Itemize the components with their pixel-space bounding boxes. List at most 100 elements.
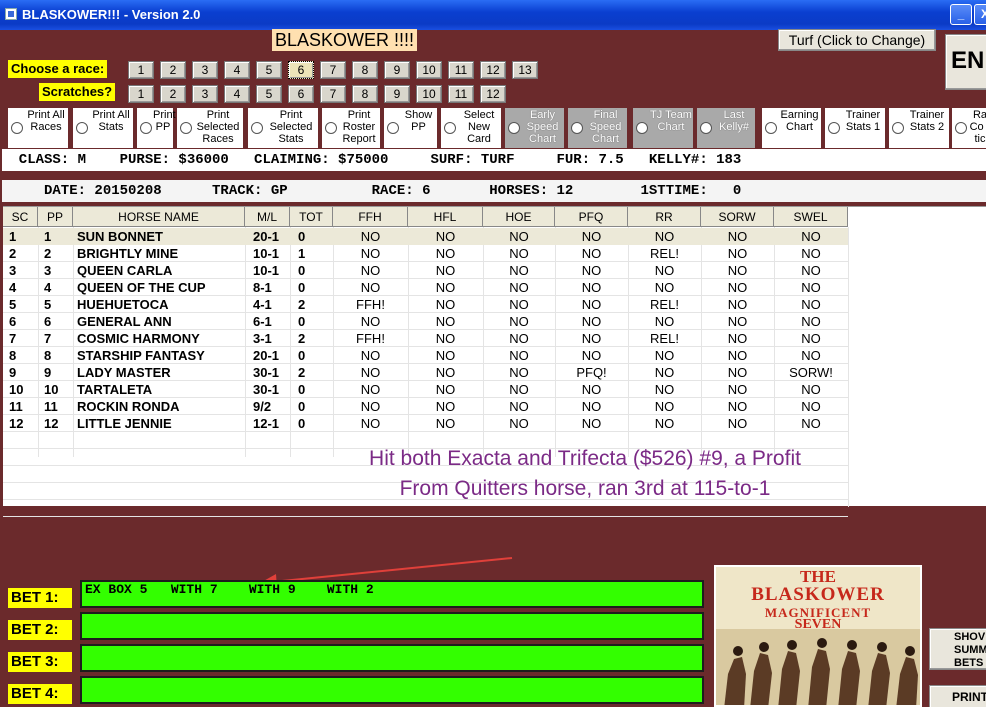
radio-button[interactable] xyxy=(251,122,263,134)
race-button-13[interactable]: 13 xyxy=(512,61,538,79)
column-header-sorw[interactable]: SORW xyxy=(701,207,774,227)
table-row[interactable]: 2 2 BRIGHTLY MINE 10-1 1 NO NO NO NO REL! NO NO xyxy=(3,245,848,262)
race-button-8[interactable]: 8 xyxy=(352,61,378,79)
radio-button[interactable] xyxy=(955,122,967,134)
radio-button[interactable] xyxy=(892,122,904,134)
table-cell: NO xyxy=(435,280,456,295)
race-button-5[interactable]: 5 xyxy=(256,61,282,79)
print-button[interactable]: PRINT xyxy=(929,685,986,707)
table-row[interactable]: 11 11 ROCKIN RONDA 9/2 0 NO NO NO NO NO NO NO xyxy=(3,398,848,415)
option-last-kelly[interactable]: Last Kelly# xyxy=(697,108,755,148)
scratch-button-8[interactable]: 8 xyxy=(352,85,378,103)
radio-button[interactable] xyxy=(765,122,777,134)
radio-button[interactable] xyxy=(636,122,648,134)
scratch-button-7[interactable]: 7 xyxy=(320,85,346,103)
scratch-button-2[interactable]: 2 xyxy=(160,85,186,103)
option-early-speed-chart[interactable]: Early Speed Chart xyxy=(505,108,564,148)
option-print-selected-stats[interactable]: Print Selected Stats xyxy=(248,108,318,148)
race-button-3[interactable]: 3 xyxy=(192,61,218,79)
option-print-pp[interactable]: Print PP xyxy=(137,108,176,148)
column-header-rr[interactable]: RR xyxy=(628,207,701,227)
column-header-tot[interactable]: TOT xyxy=(290,207,333,227)
column-header-pp[interactable]: PP xyxy=(38,207,73,227)
column-header-pfq[interactable]: PFQ xyxy=(555,207,628,227)
table-row[interactable]: 4 4 QUEEN OF THE CUP 8-1 0 NO NO NO NO NO NO NO xyxy=(3,279,848,296)
show-summary-bets-button[interactable]: SHOV SUMMA BETS xyxy=(929,628,986,670)
radio-button[interactable] xyxy=(76,122,88,134)
scratch-button-12[interactable]: 12 xyxy=(480,85,506,103)
scratch-button-3[interactable]: 3 xyxy=(192,85,218,103)
table-row[interactable]: 1 1 SUN BONNET 20-1 0 NO NO NO NO NO NO NO xyxy=(3,228,848,245)
scratch-button-4[interactable]: 4 xyxy=(224,85,250,103)
option-tj-team-chart[interactable]: TJ Team Chart xyxy=(633,108,693,148)
option-print-all-stats[interactable]: Print All Stats xyxy=(73,108,133,148)
table-row[interactable]: 7 7 COSMIC HARMONY 3-1 2 FFH! NO NO NO REL! NO NO xyxy=(3,330,848,347)
column-header-horse-name[interactable]: HORSE NAME xyxy=(73,207,245,227)
table-cell: 10 xyxy=(44,382,59,397)
radio-button[interactable] xyxy=(180,122,192,134)
table-cell: NO xyxy=(435,399,456,414)
radio-button[interactable] xyxy=(387,122,399,134)
radio-button[interactable] xyxy=(828,122,840,134)
scratch-button-1[interactable]: 1 xyxy=(128,85,154,103)
race-button-1[interactable]: 1 xyxy=(128,61,154,79)
race-button-6[interactable]: 6 xyxy=(288,61,314,79)
race-button-2[interactable]: 2 xyxy=(160,61,186,79)
option-ra-co-tic[interactable]: Ra Co -tic xyxy=(952,108,986,148)
bet-1-field[interactable]: EX BOX 5 WITH 7 WITH 9 WITH 2 xyxy=(80,580,704,608)
option-trainer-stats-1[interactable]: Trainer Stats 1 xyxy=(825,108,885,148)
close-button[interactable]: X xyxy=(974,4,986,25)
option-final-speed-chart[interactable]: Final Speed Chart xyxy=(568,108,627,148)
column-header-hfl[interactable]: HFL xyxy=(408,207,483,227)
option-print-roster-report[interactable]: Print Roster Report xyxy=(322,108,380,148)
race-button-7[interactable]: 7 xyxy=(320,61,346,79)
column-header-m-l[interactable]: M/L xyxy=(245,207,290,227)
table-cell: 10 xyxy=(9,382,24,397)
table-row[interactable]: 9 9 LADY MASTER 30-1 2 NO NO NO PFQ! NO NO SORW! xyxy=(3,364,848,381)
table-row[interactable]: 12 12 LITTLE JENNIE 12-1 0 NO NO NO NO NO NO NO xyxy=(3,415,848,432)
column-header-swel[interactable]: SWEL xyxy=(774,207,848,227)
bet-4-field[interactable] xyxy=(80,676,704,704)
column-header-hoe[interactable]: HOE xyxy=(483,207,555,227)
column-header-ffh[interactable]: FFH xyxy=(333,207,408,227)
table-cell: NO xyxy=(360,263,381,278)
race-button-9[interactable]: 9 xyxy=(384,61,410,79)
radio-button[interactable] xyxy=(700,122,712,134)
table-row[interactable]: 8 8 STARSHIP FANTASY 20-1 0 NO NO NO NO NO NO NO xyxy=(3,347,848,364)
radio-button[interactable] xyxy=(140,122,152,134)
scratch-button-5[interactable]: 5 xyxy=(256,85,282,103)
table-cell: 12 xyxy=(44,416,59,431)
minimize-button[interactable]: _ xyxy=(950,4,972,25)
table-cell: 2 xyxy=(298,365,306,380)
radio-button[interactable] xyxy=(11,122,23,134)
scratch-button-10[interactable]: 10 xyxy=(416,85,442,103)
radio-button[interactable] xyxy=(508,122,520,134)
table-row[interactable]: 10 10 TARTALETA 30-1 0 NO NO NO NO NO NO NO xyxy=(3,381,848,398)
race-button-4[interactable]: 4 xyxy=(224,61,250,79)
option-earning-chart[interactable]: Earning Chart xyxy=(762,108,821,148)
option-trainer-stats-2[interactable]: Trainer Stats 2 xyxy=(889,108,949,148)
option-print-all-races[interactable]: Print All Races xyxy=(8,108,68,148)
radio-button[interactable] xyxy=(444,122,456,134)
race-button-12[interactable]: 12 xyxy=(480,61,506,79)
radio-button[interactable] xyxy=(571,122,583,134)
option-show-pp[interactable]: Show PP xyxy=(384,108,437,148)
surface-toggle-button[interactable]: Turf (Click to Change) xyxy=(778,29,936,51)
table-row[interactable]: 6 6 GENERAL ANN 6-1 0 NO NO NO NO NO NO NO xyxy=(3,313,848,330)
option-select-new-card[interactable]: Select New Card xyxy=(441,108,501,148)
end-button[interactable]: EN xyxy=(945,34,986,90)
bet-3-field[interactable] xyxy=(80,644,704,672)
column-header-sc[interactable]: SC xyxy=(3,207,38,227)
option-print-selected-races[interactable]: Print Selected Races xyxy=(177,108,243,148)
table-row[interactable]: 5 5 HUEHUETOCA 4-1 2 FFH! NO NO NO REL! NO NO xyxy=(3,296,848,313)
table-cell: NO xyxy=(801,314,821,329)
table-row[interactable]: 3 3 QUEEN CARLA 10-1 0 NO NO NO NO NO NO NO xyxy=(3,262,848,279)
scratch-button-11[interactable]: 11 xyxy=(448,85,474,103)
radio-button[interactable] xyxy=(325,122,337,134)
scratch-button-9[interactable]: 9 xyxy=(384,85,410,103)
bet-2-field[interactable] xyxy=(80,612,704,640)
annotation-line-2: From Quitters horse, ran 3rd at 115-to-1 xyxy=(399,477,771,500)
scratch-button-6[interactable]: 6 xyxy=(288,85,314,103)
race-button-11[interactable]: 11 xyxy=(448,61,474,79)
race-button-10[interactable]: 10 xyxy=(416,61,442,79)
